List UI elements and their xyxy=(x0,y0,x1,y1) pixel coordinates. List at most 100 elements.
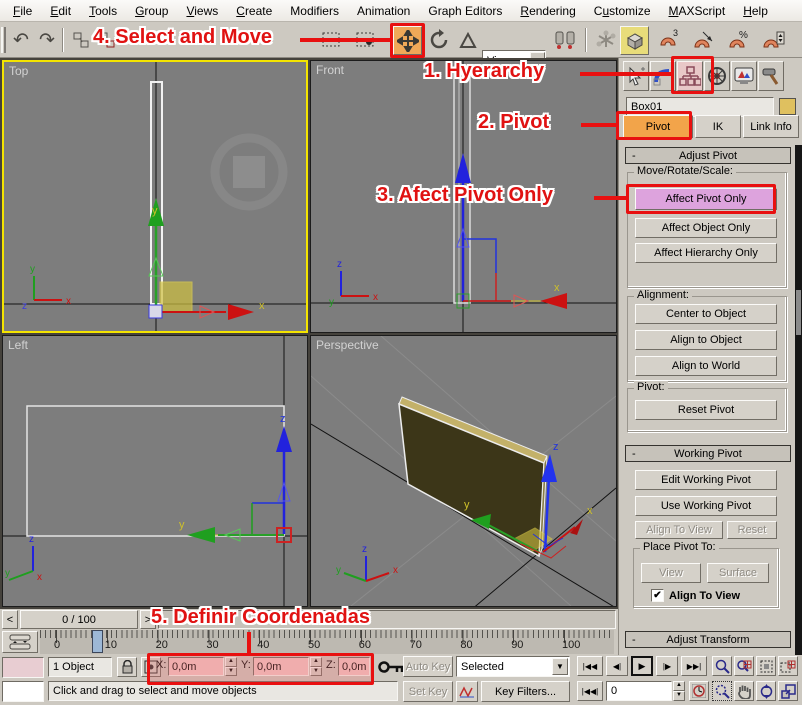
affect-object-only-button[interactable]: Affect Object Only xyxy=(635,218,777,238)
zoom-extents-icon[interactable] xyxy=(756,656,776,676)
tab-display[interactable] xyxy=(731,61,757,91)
annotation-line-step3 xyxy=(594,196,627,200)
percent-snap-icon[interactable]: % xyxy=(725,27,751,53)
menu-animation[interactable]: Animation xyxy=(348,2,419,20)
redo-icon[interactable]: ↷ xyxy=(34,27,60,53)
time-slider-thumb[interactable] xyxy=(92,630,103,653)
spinner-snap-icon[interactable] xyxy=(760,27,786,53)
rollout-title: Working Pivot xyxy=(674,448,742,460)
go-to-start-icon[interactable]: |◀◀ xyxy=(577,656,603,676)
play-icon[interactable]: ▶ xyxy=(631,656,653,676)
current-frame-field[interactable]: 0 xyxy=(606,681,672,701)
menu-views[interactable]: Views xyxy=(177,2,227,20)
annotation-line-step4 xyxy=(300,38,391,42)
track-bar[interactable]: 0102030405060708090100 xyxy=(40,630,614,654)
set-key-mode-curve-icon[interactable] xyxy=(456,681,478,702)
reset-working-pivot-button[interactable]: Reset xyxy=(727,521,777,539)
rollout-working-pivot[interactable]: - Working Pivot xyxy=(625,445,791,462)
panel-scrollbar[interactable] xyxy=(795,145,802,655)
object-color-swatch[interactable] xyxy=(779,98,796,115)
menu-customize[interactable]: Customize xyxy=(585,2,660,20)
snaps-toggle-icon[interactable] xyxy=(620,26,649,55)
scrollbar-thumb[interactable] xyxy=(796,290,801,335)
toolbar-separator xyxy=(585,28,587,52)
next-frame-icon[interactable]: |▶ xyxy=(656,656,678,676)
menu-rendering[interactable]: Rendering xyxy=(511,2,584,20)
zoom-extents-all-icon[interactable] xyxy=(778,656,798,676)
selection-set-dropdown[interactable]: Selected ▼ xyxy=(456,656,570,677)
affect-hierarchy-only-button[interactable]: Affect Hierarchy Only xyxy=(635,243,777,263)
time-configuration-icon[interactable] xyxy=(689,681,709,701)
edit-working-pivot-button[interactable]: Edit Working Pivot xyxy=(635,470,777,490)
selection-lock-icon[interactable] xyxy=(117,657,137,677)
annotation-box-select-and-move xyxy=(390,23,425,58)
undo-icon[interactable]: ↶ xyxy=(8,27,34,53)
zoom-all-icon[interactable] xyxy=(734,656,754,676)
viewport-perspective[interactable]: Perspective y z x xyxy=(310,335,617,607)
annotation-step2: 2. Pivot xyxy=(478,111,549,134)
current-frame-spinner[interactable]: ▲▼ xyxy=(673,681,685,701)
snap-3d-icon[interactable]: 3 xyxy=(655,27,681,53)
ik-tab-button[interactable]: IK xyxy=(695,115,741,138)
svg-text:z: z xyxy=(337,259,342,270)
menu-file[interactable]: File xyxy=(4,2,41,20)
key-mode-toggle-icon[interactable]: |◀◀| xyxy=(577,681,603,701)
go-to-end-icon[interactable]: ▶▶| xyxy=(681,656,707,676)
time-slider-prev-button[interactable]: < xyxy=(2,610,18,629)
zoom-icon[interactable] xyxy=(712,656,732,676)
viewport-perspective-label[interactable]: Perspective xyxy=(316,338,379,352)
reset-pivot-button[interactable]: Reset Pivot xyxy=(635,400,777,420)
maxscript-mini-listener[interactable] xyxy=(2,681,44,702)
previous-frame-icon[interactable]: ◀| xyxy=(606,656,628,676)
menu-graph-editors[interactable]: Graph Editors xyxy=(419,2,511,20)
min-max-toggle-icon[interactable] xyxy=(778,681,798,701)
select-and-scale-icon[interactable] xyxy=(455,27,481,53)
menu-edit[interactable]: Edit xyxy=(41,2,80,20)
align-to-view-button[interactable]: Align To View xyxy=(635,521,723,539)
svg-text:3: 3 xyxy=(673,28,678,38)
auto-key-button[interactable]: Auto Key xyxy=(403,656,453,677)
ruler-number: 80 xyxy=(460,639,472,651)
menu-modifiers[interactable]: Modifiers xyxy=(281,2,348,20)
menu-group[interactable]: Group xyxy=(126,2,177,20)
key-filters-button[interactable]: Key Filters... xyxy=(481,681,570,702)
viewport-left[interactable]: Left z y z y x xyxy=(2,335,308,607)
mirror-icon[interactable] xyxy=(552,27,578,53)
tab-create[interactable] xyxy=(623,61,649,91)
region-zoom-icon[interactable] xyxy=(712,681,732,701)
place-pivot-surface-button[interactable]: Surface xyxy=(707,563,769,583)
viewport-top-label[interactable]: Top xyxy=(9,64,28,78)
use-working-pivot-button[interactable]: Use Working Pivot xyxy=(635,496,777,516)
place-pivot-view-button[interactable]: View xyxy=(641,563,701,583)
align-to-view-checkbox-row[interactable]: ✔ Align To View xyxy=(651,589,740,602)
arc-rotate-icon[interactable] xyxy=(756,681,776,701)
pan-hand-icon[interactable] xyxy=(734,681,754,701)
select-and-manipulate-icon[interactable] xyxy=(593,27,619,53)
link-info-tab-button[interactable]: Link Info xyxy=(743,115,799,138)
checkbox-checked-icon[interactable]: ✔ xyxy=(651,589,664,602)
menu-tools[interactable]: Tools xyxy=(80,2,126,20)
menu-help[interactable]: Help xyxy=(734,2,777,20)
time-slider[interactable]: 0 / 100 xyxy=(20,610,138,629)
toolbar-drag-handle[interactable] xyxy=(1,27,6,53)
align-to-object-button[interactable]: Align to Object xyxy=(635,330,777,350)
rollout-adjust-transform[interactable]: - Adjust Transform xyxy=(625,631,791,648)
menu-maxscript[interactable]: MAXScript xyxy=(660,2,735,20)
angle-snap-icon[interactable] xyxy=(690,27,716,53)
dropdown-arrow-icon[interactable]: ▼ xyxy=(552,658,568,675)
viewport-top[interactable]: Top y x y x z xyxy=(2,60,308,333)
mini-curve-editor-icon[interactable] xyxy=(2,631,38,653)
set-key-button[interactable]: Set Key xyxy=(403,681,453,702)
rollout-adjust-pivot[interactable]: - Adjust Pivot xyxy=(625,147,791,164)
viewport-left-label[interactable]: Left xyxy=(8,338,28,352)
center-to-object-button[interactable]: Center to Object xyxy=(635,304,777,324)
annotation-box-hierarchy-tab xyxy=(671,56,714,94)
select-and-link-icon[interactable] xyxy=(68,27,94,53)
select-and-rotate-icon[interactable] xyxy=(426,27,452,53)
viewport-front-label[interactable]: Front xyxy=(316,63,344,77)
maxscript-macro-recorder[interactable] xyxy=(2,657,44,678)
collapse-icon: - xyxy=(632,634,636,646)
menu-create[interactable]: Create xyxy=(227,2,281,20)
align-to-world-button[interactable]: Align to World xyxy=(635,356,777,376)
tab-utilities[interactable] xyxy=(758,61,784,91)
